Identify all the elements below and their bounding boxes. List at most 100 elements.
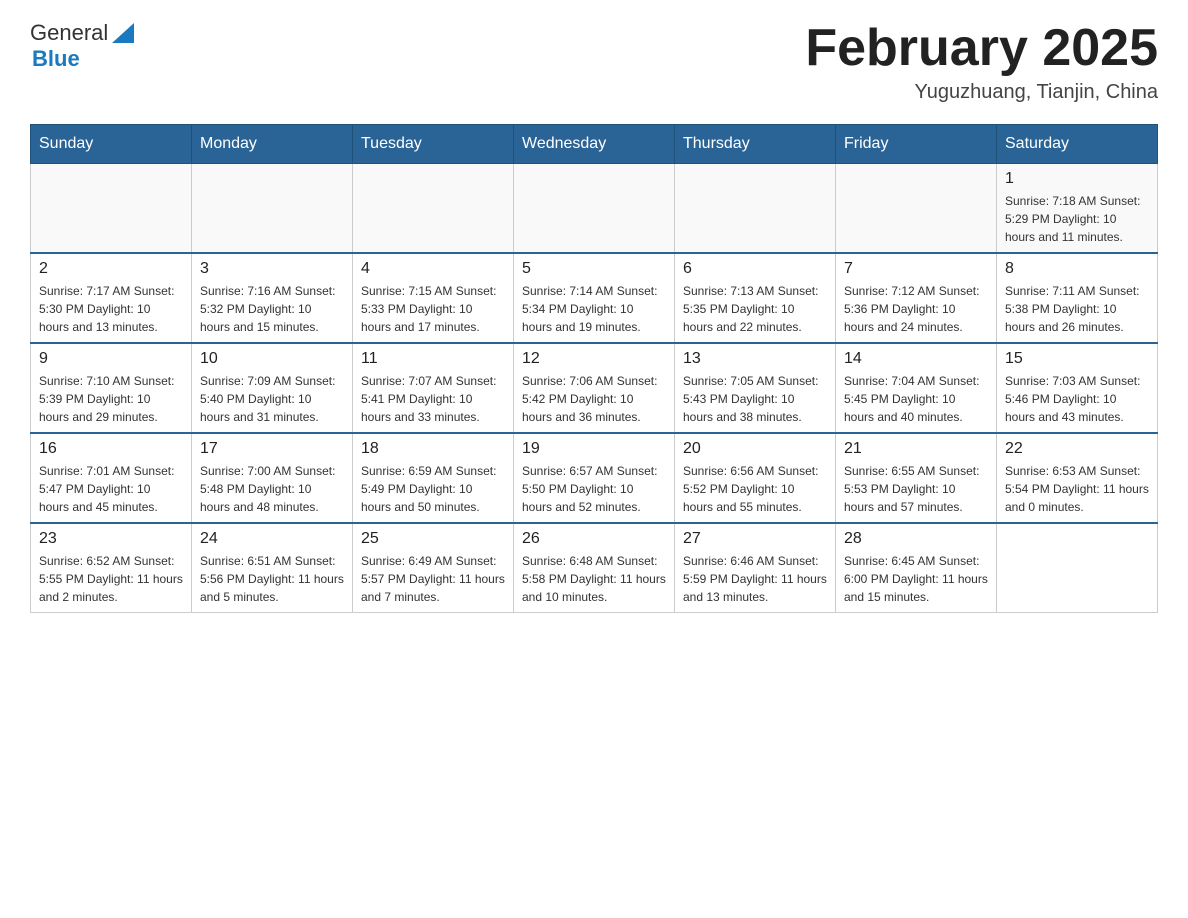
day-info: Sunrise: 7:03 AM Sunset: 5:46 PM Dayligh… [1005, 372, 1149, 426]
day-number: 5 [522, 260, 666, 278]
day-number: 2 [39, 260, 183, 278]
logo-triangle-icon [112, 23, 134, 45]
header-friday: Friday [836, 125, 997, 164]
day-info: Sunrise: 6:46 AM Sunset: 5:59 PM Dayligh… [683, 552, 827, 606]
table-row: 15Sunrise: 7:03 AM Sunset: 5:46 PM Dayli… [997, 343, 1158, 433]
table-row: 14 Sunrise: 7:04 AM Sunset: 5:45 PM Dayli… [836, 343, 997, 433]
day-number: 11 [361, 350, 505, 368]
day-number: 18 [361, 440, 505, 458]
header-sunday: Sunday [31, 125, 192, 164]
table-row: 11Sunrise: 7:07 AM Sunset: 5:41 PM Dayli… [353, 343, 514, 433]
table-row [675, 164, 836, 254]
day-number: 12 [522, 350, 666, 368]
day-number: 9 [39, 350, 183, 368]
calendar-week-row: 2 Sunrise: 7:17 AM Sunset: 5:30 PM Daylig… [31, 253, 1158, 343]
table-row: 28 Sunrise: 6:45 AM Sunset: 6:00 PM Dayli… [836, 523, 997, 613]
header-thursday: Thursday [675, 125, 836, 164]
weekday-header-row: Sunday Monday Tuesday Wednesday Thursday… [31, 125, 1158, 164]
day-number: 26 [522, 530, 666, 548]
table-row: 5 Sunrise: 7:14 AM Sunset: 5:34 PM Daylig… [514, 253, 675, 343]
day-info: Sunrise: 7:13 AM Sunset: 5:35 PM Dayligh… [683, 282, 827, 336]
day-number: 25 [361, 530, 505, 548]
day-info: Sunrise: 6:48 AM Sunset: 5:58 PM Dayligh… [522, 552, 666, 606]
calendar-week-row: 23 Sunrise: 6:52 AM Sunset: 5:55 PM Dayli… [31, 523, 1158, 613]
day-number: 16 [39, 440, 183, 458]
table-row: 24 Sunrise: 6:51 AM Sunset: 5:56 PM Dayli… [192, 523, 353, 613]
header-monday: Monday [192, 125, 353, 164]
calendar-week-row: 9 Sunrise: 7:10 AM Sunset: 5:39 PM Daylig… [31, 343, 1158, 433]
calendar-table: Sunday Monday Tuesday Wednesday Thursday… [30, 124, 1158, 613]
table-row: 26 Sunrise: 6:48 AM Sunset: 5:58 PM Dayli… [514, 523, 675, 613]
day-number: 22 [1005, 440, 1149, 458]
day-info: Sunrise: 6:56 AM Sunset: 5:52 PM Dayligh… [683, 462, 827, 516]
day-info: Sunrise: 7:06 AM Sunset: 5:42 PM Dayligh… [522, 372, 666, 426]
table-row: 19 Sunrise: 6:57 AM Sunset: 5:50 PM Dayli… [514, 433, 675, 523]
table-row: 18 Sunrise: 6:59 AM Sunset: 5:49 PM Dayli… [353, 433, 514, 523]
day-number: 6 [683, 260, 827, 278]
table-row: 12 Sunrise: 7:06 AM Sunset: 5:42 PM Dayli… [514, 343, 675, 433]
day-info: Sunrise: 7:10 AM Sunset: 5:39 PM Dayligh… [39, 372, 183, 426]
table-row: 10 Sunrise: 7:09 AM Sunset: 5:40 PM Dayli… [192, 343, 353, 433]
day-info: Sunrise: 7:00 AM Sunset: 5:48 PM Dayligh… [200, 462, 344, 516]
table-row: 1Sunrise: 7:18 AM Sunset: 5:29 PM Daylig… [997, 164, 1158, 254]
day-info: Sunrise: 7:16 AM Sunset: 5:32 PM Dayligh… [200, 282, 344, 336]
table-row [192, 164, 353, 254]
day-info: Sunrise: 6:49 AM Sunset: 5:57 PM Dayligh… [361, 552, 505, 606]
day-info: Sunrise: 6:59 AM Sunset: 5:49 PM Dayligh… [361, 462, 505, 516]
logo-general-text: General [30, 20, 108, 46]
day-info: Sunrise: 6:52 AM Sunset: 5:55 PM Dayligh… [39, 552, 183, 606]
table-row: 13 Sunrise: 7:05 AM Sunset: 5:43 PM Dayli… [675, 343, 836, 433]
day-info: Sunrise: 7:09 AM Sunset: 5:40 PM Dayligh… [200, 372, 344, 426]
table-row: 17 Sunrise: 7:00 AM Sunset: 5:48 PM Dayli… [192, 433, 353, 523]
header-tuesday: Tuesday [353, 125, 514, 164]
day-info: Sunrise: 7:15 AM Sunset: 5:33 PM Dayligh… [361, 282, 505, 336]
day-info: Sunrise: 7:05 AM Sunset: 5:43 PM Dayligh… [683, 372, 827, 426]
day-info: Sunrise: 6:53 AM Sunset: 5:54 PM Dayligh… [1005, 462, 1149, 516]
table-row: 20 Sunrise: 6:56 AM Sunset: 5:52 PM Dayli… [675, 433, 836, 523]
table-row [31, 164, 192, 254]
day-info: Sunrise: 7:12 AM Sunset: 5:36 PM Dayligh… [844, 282, 988, 336]
table-row: 27 Sunrise: 6:46 AM Sunset: 5:59 PM Dayli… [675, 523, 836, 613]
table-row: 21 Sunrise: 6:55 AM Sunset: 5:53 PM Dayli… [836, 433, 997, 523]
calendar-location: Yuguzhuang, Tianjin, China [805, 81, 1158, 104]
day-info: Sunrise: 6:45 AM Sunset: 6:00 PM Dayligh… [844, 552, 988, 606]
day-number: 10 [200, 350, 344, 368]
day-number: 13 [683, 350, 827, 368]
day-number: 20 [683, 440, 827, 458]
table-row: 3Sunrise: 7:16 AM Sunset: 5:32 PM Daylig… [192, 253, 353, 343]
table-row [353, 164, 514, 254]
day-number: 21 [844, 440, 988, 458]
day-number: 14 [844, 350, 988, 368]
table-row [836, 164, 997, 254]
table-row: 16 Sunrise: 7:01 AM Sunset: 5:47 PM Dayli… [31, 433, 192, 523]
table-row: 4Sunrise: 7:15 AM Sunset: 5:33 PM Daylig… [353, 253, 514, 343]
day-number: 27 [683, 530, 827, 548]
day-info: Sunrise: 7:04 AM Sunset: 5:45 PM Dayligh… [844, 372, 988, 426]
day-info: Sunrise: 7:14 AM Sunset: 5:34 PM Dayligh… [522, 282, 666, 336]
page-header: General Blue February 2025 Yuguzhuang, T… [30, 20, 1158, 104]
table-row: 7 Sunrise: 7:12 AM Sunset: 5:36 PM Daylig… [836, 253, 997, 343]
header-saturday: Saturday [997, 125, 1158, 164]
table-row: 9 Sunrise: 7:10 AM Sunset: 5:39 PM Daylig… [31, 343, 192, 433]
logo-blue-text: Blue [30, 46, 134, 72]
day-info: Sunrise: 7:01 AM Sunset: 5:47 PM Dayligh… [39, 462, 183, 516]
day-number: 24 [200, 530, 344, 548]
day-number: 1 [1005, 170, 1149, 188]
day-number: 28 [844, 530, 988, 548]
day-number: 7 [844, 260, 988, 278]
day-info: Sunrise: 6:55 AM Sunset: 5:53 PM Dayligh… [844, 462, 988, 516]
day-number: 19 [522, 440, 666, 458]
calendar-week-row: 16 Sunrise: 7:01 AM Sunset: 5:47 PM Dayli… [31, 433, 1158, 523]
title-block: February 2025 Yuguzhuang, Tianjin, China [805, 20, 1158, 104]
table-row: 23 Sunrise: 6:52 AM Sunset: 5:55 PM Dayli… [31, 523, 192, 613]
day-info: Sunrise: 6:51 AM Sunset: 5:56 PM Dayligh… [200, 552, 344, 606]
day-info: Sunrise: 7:17 AM Sunset: 5:30 PM Dayligh… [39, 282, 183, 336]
calendar-title: February 2025 [805, 20, 1158, 77]
day-number: 23 [39, 530, 183, 548]
day-number: 8 [1005, 260, 1149, 278]
day-number: 17 [200, 440, 344, 458]
calendar-week-row: 1Sunrise: 7:18 AM Sunset: 5:29 PM Daylig… [31, 164, 1158, 254]
table-row: 6 Sunrise: 7:13 AM Sunset: 5:35 PM Daylig… [675, 253, 836, 343]
table-row: 8Sunrise: 7:11 AM Sunset: 5:38 PM Daylig… [997, 253, 1158, 343]
day-info: Sunrise: 6:57 AM Sunset: 5:50 PM Dayligh… [522, 462, 666, 516]
